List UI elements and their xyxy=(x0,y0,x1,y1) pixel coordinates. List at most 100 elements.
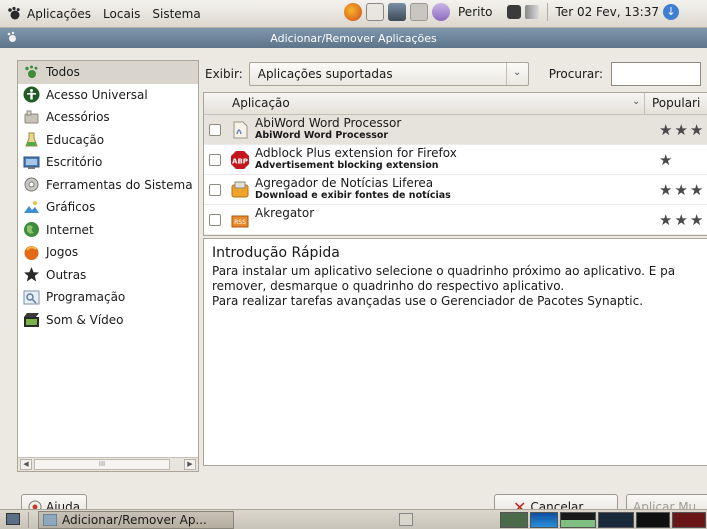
category-label: Todos xyxy=(46,65,80,80)
install-checkbox[interactable] xyxy=(209,124,221,136)
adblock-icon: ABP xyxy=(231,151,249,169)
workspace-1[interactable] xyxy=(500,512,528,528)
pidgin-icon[interactable] xyxy=(432,3,450,21)
scroll-left-button[interactable]: ◀ xyxy=(20,459,32,470)
liferea-icon xyxy=(231,181,249,198)
table-row[interactable]: ABP Adblock Plus extension for Firefox A… xyxy=(204,145,707,175)
category-acessorios[interactable]: Acessórios xyxy=(18,106,198,129)
workspace-6[interactable] xyxy=(672,512,706,528)
window-app-icon xyxy=(43,514,57,526)
show-desktop-icon[interactable] xyxy=(6,513,20,525)
category-som-e-video[interactable]: Som & Vídeo xyxy=(18,309,198,332)
scrollbar-thumb[interactable]: III xyxy=(34,459,170,470)
column-separator xyxy=(644,93,645,115)
quick-intro-title: Introdução Rápida xyxy=(212,245,340,261)
category-programacao[interactable]: Programação xyxy=(18,286,198,309)
app-name: Adblock Plus extension for Firefox xyxy=(255,146,457,160)
popularity-stars: ★★★ xyxy=(659,181,706,199)
app-name: Akregator xyxy=(255,206,315,220)
window-title: Adicionar/Remover Aplicações xyxy=(270,31,437,45)
category-ferramentas-do-sistema[interactable]: Ferramentas do Sistema xyxy=(18,174,198,197)
category-educacao[interactable]: Educação xyxy=(18,129,198,152)
column-header-application[interactable]: Aplicação xyxy=(232,96,290,110)
workspace-3[interactable] xyxy=(560,512,596,528)
category-jogos[interactable]: Jogos xyxy=(18,241,198,264)
category-internet[interactable]: Internet xyxy=(18,219,198,242)
category-label: Escritório xyxy=(46,155,103,170)
category-label: Internet xyxy=(46,222,94,237)
svg-text:ABP: ABP xyxy=(232,158,248,166)
programming-icon xyxy=(23,290,40,305)
workspace-5[interactable] xyxy=(636,512,670,528)
show-combo[interactable]: Aplicações suportadas ⌄ xyxy=(248,62,529,86)
office-icon xyxy=(23,156,40,169)
category-outras[interactable]: Outras xyxy=(18,264,198,287)
graphics-icon xyxy=(24,200,39,213)
launcher-tray: Perito Ter 02 Fev, 13:37 ↓ xyxy=(344,3,679,21)
places-menu[interactable]: Locais xyxy=(103,7,140,21)
show-combo-value: Aplicações suportadas xyxy=(257,67,393,81)
category-label: Acessórios xyxy=(46,110,110,125)
column-header-popularity[interactable]: Populari xyxy=(652,96,700,110)
applications-menu[interactable]: Aplicações xyxy=(6,6,91,22)
popularity-stars: ★★★ xyxy=(659,121,706,139)
clock[interactable]: Ter 02 Fev, 13:37 xyxy=(556,5,659,19)
tray-separator xyxy=(546,3,548,21)
workspace-2[interactable] xyxy=(530,512,558,528)
screenshot-icon[interactable] xyxy=(388,3,406,21)
network-icon[interactable] xyxy=(506,5,521,19)
firefox-icon[interactable] xyxy=(344,3,362,21)
workspace-4[interactable] xyxy=(598,512,634,528)
category-graficos[interactable]: Gráficos xyxy=(18,196,198,219)
popularity-stars: ★ xyxy=(659,151,675,169)
app-name: AbiWord Word Processor xyxy=(255,116,402,130)
taskbar-window-button[interactable]: Adicionar/Remover Ap... xyxy=(38,511,234,529)
games-icon xyxy=(24,245,39,260)
all-apps-icon xyxy=(25,65,38,78)
volume-icon[interactable] xyxy=(524,5,539,19)
window-title-bar[interactable]: Adicionar/Remover Aplicações xyxy=(0,28,707,48)
quick-intro-line: Para instalar um aplicativo selecione o … xyxy=(212,264,676,278)
category-acesso-universal[interactable]: Acesso Universal xyxy=(18,84,198,107)
taskbar-notification-icon[interactable] xyxy=(399,513,413,526)
scroll-right-button[interactable]: ▶ xyxy=(184,459,196,470)
sort-chevron-icon[interactable]: ⌄ xyxy=(632,96,640,107)
install-checkbox[interactable] xyxy=(209,214,221,226)
applications-menu-label: Aplicações xyxy=(27,6,92,21)
system-menu-label: Sistema xyxy=(152,6,201,21)
quick-intro-pane: Introdução Rápida Para instalar um aplic… xyxy=(203,238,707,466)
places-menu-label: Locais xyxy=(103,6,141,21)
system-tools-icon xyxy=(24,177,39,192)
system-menu[interactable]: Sistema xyxy=(152,7,200,21)
install-checkbox[interactable] xyxy=(209,184,221,196)
education-icon xyxy=(25,132,38,147)
accessibility-icon xyxy=(23,86,40,103)
window-body: Todos Acesso Universal Acessórios Educaç… xyxy=(0,48,707,520)
sidebar-horizontal-scrollbar[interactable]: ◀ III ▶ xyxy=(18,457,198,471)
category-escritorio[interactable]: Escritório xyxy=(18,151,198,174)
sound-video-icon xyxy=(24,313,39,328)
table-row[interactable]: Agregador de Notícias Liferea Download e… xyxy=(204,175,707,205)
abiword-icon xyxy=(233,121,248,139)
scrollbar-grip: III xyxy=(98,460,106,468)
table-row[interactable]: AbiWord Word Processor AbiWord Word Proc… xyxy=(204,115,707,145)
install-checkbox[interactable] xyxy=(209,154,221,166)
user-name[interactable]: Perito xyxy=(458,5,493,19)
other-icon xyxy=(24,267,39,282)
app-description: AbiWord Word Processor xyxy=(255,130,389,141)
svg-text:RSS: RSS xyxy=(234,219,246,226)
accessories-icon xyxy=(24,110,39,124)
table-row[interactable]: RSS Akregator ★★★ xyxy=(204,205,707,235)
application-table: Aplicação ⌄ Populari AbiWord Word Proces… xyxy=(203,92,707,236)
search-label: Procurar: xyxy=(548,67,604,81)
filter-row: Exibir: Aplicações suportadas ⌄ Procurar… xyxy=(205,61,707,87)
category-label: Outras xyxy=(46,267,87,282)
category-label: Educação xyxy=(46,132,105,147)
terminal-icon[interactable] xyxy=(410,3,428,21)
text-editor-icon[interactable] xyxy=(366,3,384,21)
category-todos[interactable]: Todos xyxy=(18,61,198,84)
chevron-down-icon: ⌄ xyxy=(505,63,528,85)
update-notifier-icon[interactable]: ↓ xyxy=(662,4,679,20)
search-input[interactable] xyxy=(611,62,702,86)
category-label: Jogos xyxy=(46,245,79,260)
